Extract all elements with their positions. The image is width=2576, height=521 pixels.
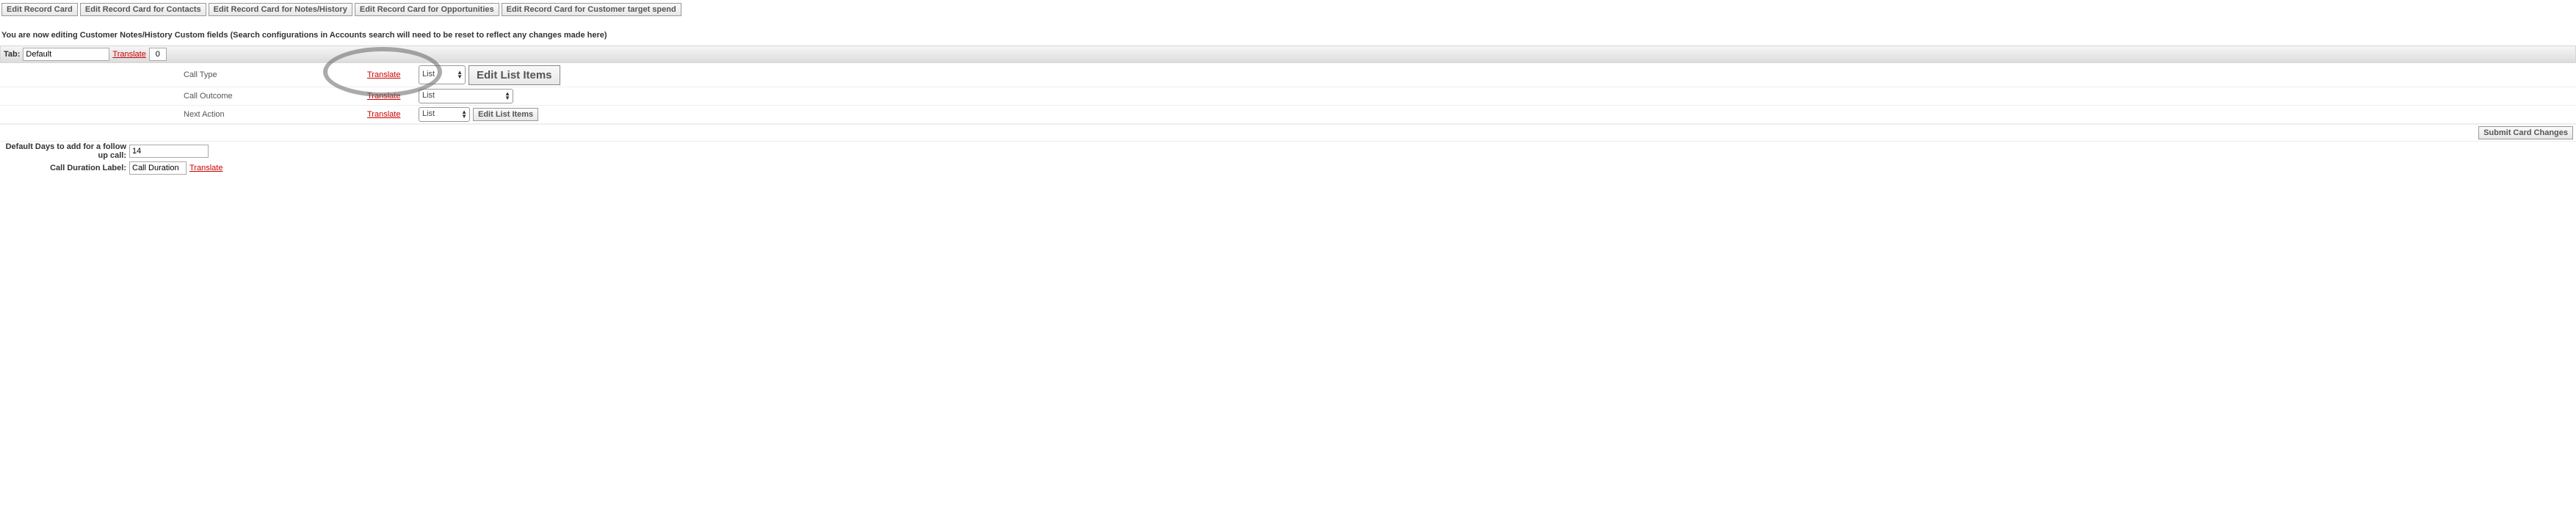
field-label: Next Action bbox=[0, 110, 367, 119]
field-row-call-type: Call Type Translate List ▲▼ Edit List It… bbox=[0, 63, 2576, 87]
field-controls: List ▲▼ Edit List Items bbox=[419, 107, 538, 122]
field-rows: Call Type Translate List ▲▼ Edit List It… bbox=[0, 63, 2576, 124]
field-type-value: List bbox=[422, 91, 435, 100]
field-controls: List ▲▼ Edit List Items bbox=[419, 65, 560, 85]
tab-translate-link[interactable]: Translate bbox=[112, 50, 145, 59]
tab-name-input[interactable] bbox=[23, 48, 109, 61]
edit-record-card-button[interactable]: Edit Record Card bbox=[1, 3, 78, 16]
edit-record-card-contacts-button[interactable]: Edit Record Card for Contacts bbox=[80, 3, 206, 16]
submit-bar: Submit Card Changes bbox=[0, 124, 2576, 142]
tab-bar: Tab: Translate bbox=[0, 45, 2576, 63]
submit-card-changes-button[interactable]: Submit Card Changes bbox=[2478, 126, 2573, 139]
field-type-select[interactable]: List ▲▼ bbox=[419, 65, 466, 84]
call-duration-input[interactable] bbox=[129, 161, 187, 175]
default-days-row: Default Days to add for a follow up call… bbox=[0, 142, 2576, 161]
field-type-select[interactable]: List ▲▼ bbox=[419, 107, 470, 122]
select-arrows-icon: ▲▼ bbox=[457, 66, 463, 84]
field-translate-link[interactable]: Translate bbox=[367, 92, 400, 101]
tab-order-input[interactable] bbox=[149, 48, 167, 61]
field-label: Call Type bbox=[0, 70, 367, 79]
tab-label: Tab: bbox=[4, 50, 20, 59]
edit-record-card-spend-button[interactable]: Edit Record Card for Customer target spe… bbox=[502, 3, 681, 16]
instruction-text: You are now editing Customer Notes/Histo… bbox=[0, 18, 2576, 45]
call-duration-translate-link[interactable]: Translate bbox=[189, 164, 222, 172]
call-duration-row: Call Duration Label: Translate bbox=[0, 161, 2576, 175]
field-translate-link[interactable]: Translate bbox=[367, 70, 400, 79]
call-duration-label-label: Call Duration Label: bbox=[0, 164, 129, 172]
field-controls: List ▲▼ bbox=[419, 89, 513, 103]
field-row-call-outcome: Call Outcome Translate List ▲▼ bbox=[0, 87, 2576, 106]
field-type-value: List bbox=[422, 109, 435, 118]
edit-list-items-button[interactable]: Edit List Items bbox=[473, 108, 538, 121]
field-row-next-action: Next Action Translate List ▲▼ Edit List … bbox=[0, 106, 2576, 124]
field-type-value: List bbox=[422, 70, 435, 79]
default-days-input[interactable] bbox=[129, 145, 209, 158]
default-days-label: Default Days to add for a follow up call… bbox=[0, 142, 129, 160]
edit-record-card-notes-button[interactable]: Edit Record Card for Notes/History bbox=[209, 3, 352, 16]
select-arrows-icon: ▲▼ bbox=[504, 90, 510, 103]
edit-record-card-opportunities-button[interactable]: Edit Record Card for Opportunities bbox=[355, 3, 499, 16]
edit-list-items-button[interactable]: Edit List Items bbox=[468, 65, 560, 85]
field-translate-link[interactable]: Translate bbox=[367, 110, 400, 119]
field-label: Call Outcome bbox=[0, 92, 367, 101]
footer-area: Default Days to add for a follow up call… bbox=[0, 142, 2576, 175]
field-type-select[interactable]: List ▲▼ bbox=[419, 89, 513, 103]
page-root: Edit Record Card Edit Record Card for Co… bbox=[0, 0, 2576, 175]
top-button-bar: Edit Record Card Edit Record Card for Co… bbox=[0, 0, 2576, 18]
select-arrows-icon: ▲▼ bbox=[461, 108, 467, 121]
